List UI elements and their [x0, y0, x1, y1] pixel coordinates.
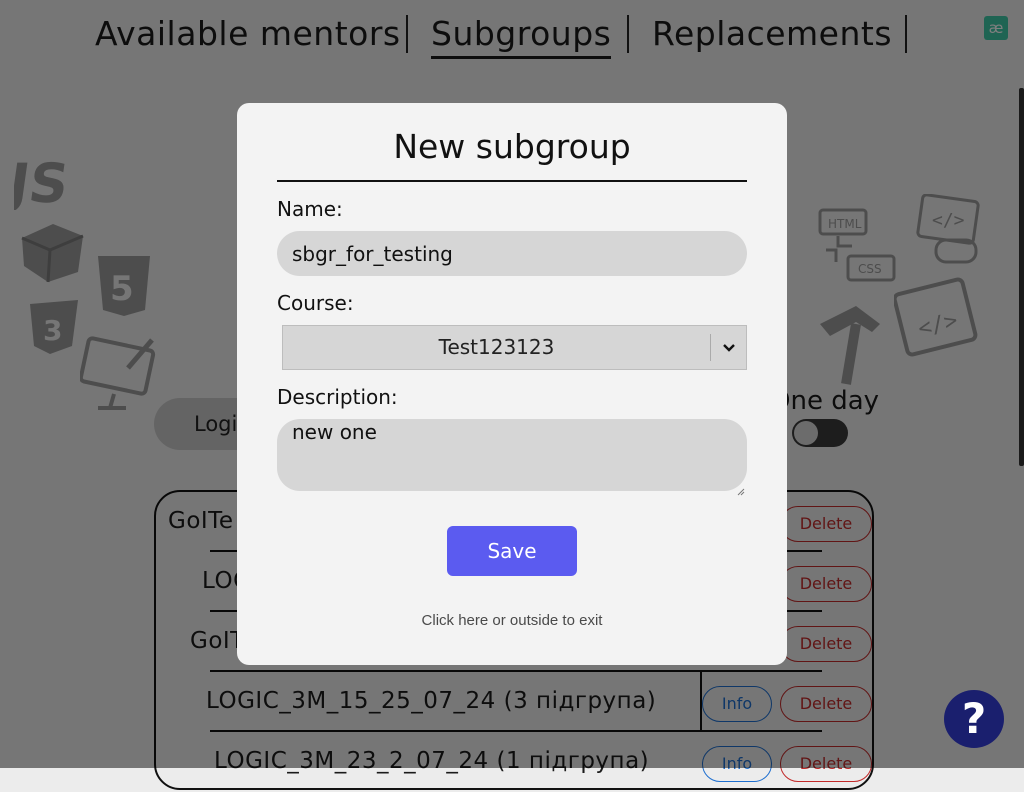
- save-button[interactable]: Save: [447, 526, 577, 576]
- course-select[interactable]: Test123123: [282, 325, 747, 370]
- new-subgroup-modal: New subgroup Name: Course: Test123123 De…: [237, 103, 787, 665]
- chevron-down-icon[interactable]: [711, 326, 746, 369]
- course-label: Course:: [277, 291, 354, 315]
- help-button[interactable]: ?: [944, 690, 1004, 748]
- description-textarea[interactable]: new one: [277, 419, 747, 491]
- course-selected-value: Test123123: [438, 335, 555, 359]
- exit-hint[interactable]: Click here or outside to exit: [277, 612, 747, 629]
- page-scrollbar[interactable]: [1019, 88, 1024, 466]
- description-label: Description:: [277, 385, 398, 409]
- name-label: Name:: [277, 197, 343, 221]
- name-input[interactable]: [277, 231, 747, 276]
- resize-grip-icon[interactable]: [737, 481, 745, 496]
- title-divider: [277, 180, 747, 182]
- modal-title: New subgroup: [393, 127, 631, 166]
